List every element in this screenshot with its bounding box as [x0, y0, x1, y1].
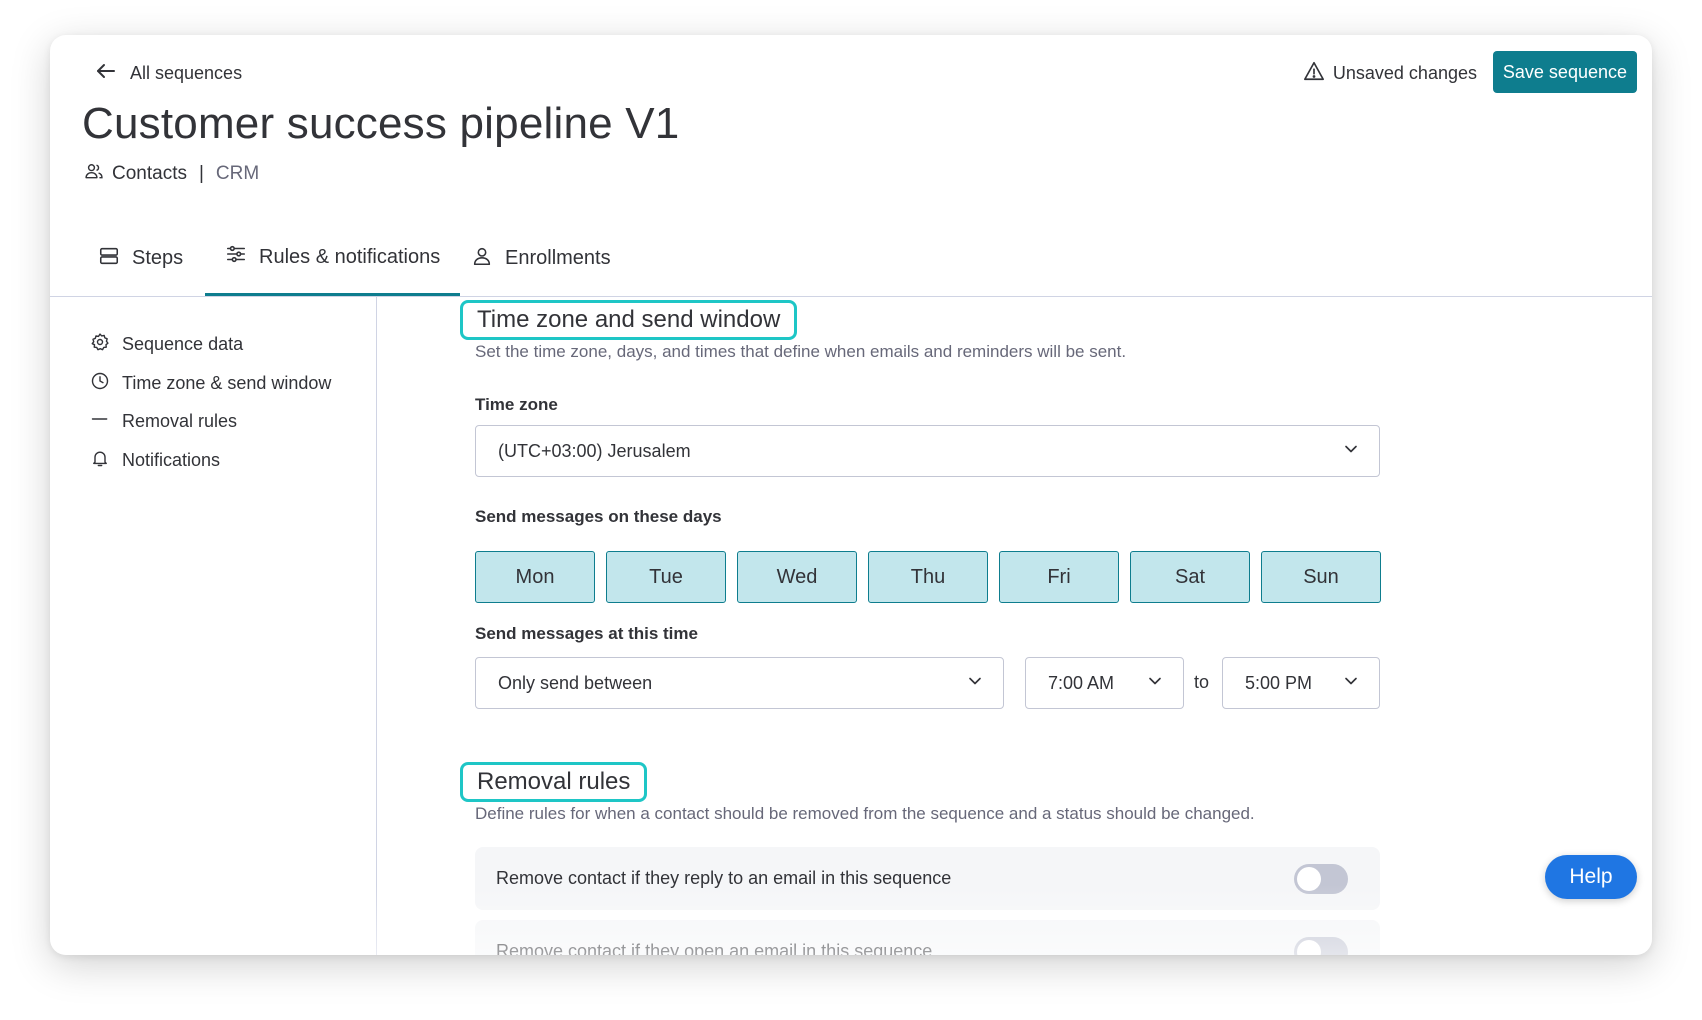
- nav-item-notifications[interactable]: Notifications: [90, 448, 220, 473]
- nav-label: Sequence data: [122, 334, 244, 354]
- unsaved-changes-indicator: Unsaved changes: [1303, 60, 1477, 87]
- nav-label: Notifications: [122, 450, 221, 470]
- dash-icon: [90, 409, 110, 434]
- day-button-sat[interactable]: Sat: [1130, 551, 1250, 603]
- time-zone-section-description: Set the time zone, days, and times that …: [475, 342, 1127, 361]
- send-time-label: Send messages at this time: [475, 624, 698, 643]
- nav-item-time-zone[interactable]: Time zone & send window: [90, 371, 331, 396]
- day-button-tue[interactable]: Tue: [606, 551, 726, 603]
- tab-enrollments[interactable]: Enrollments: [451, 221, 631, 296]
- clock-icon: [90, 371, 110, 396]
- end-time-value: 5:00 PM: [1245, 672, 1313, 693]
- chevron-down-icon: [1341, 439, 1361, 464]
- arrow-left-icon: [94, 59, 118, 88]
- removal-rule-row: Remove contact if they reply to an email…: [475, 847, 1380, 910]
- time-zone-select[interactable]: (UTC+03:00) Jerusalem: [475, 425, 1380, 477]
- help-button[interactable]: Help: [1545, 855, 1637, 899]
- nav-item-sequence-data[interactable]: Sequence data: [90, 332, 243, 357]
- back-to-sequences-link[interactable]: All sequences: [94, 59, 242, 88]
- send-days-label: Send messages on these days: [475, 507, 722, 526]
- steps-icon: [98, 245, 120, 273]
- bell-icon: [90, 448, 110, 473]
- tab-rules-label: Rules & notifications: [259, 245, 441, 268]
- chevron-down-icon: [1145, 671, 1165, 696]
- open-removal-toggle[interactable]: [1294, 936, 1348, 955]
- board-name[interactable]: Contacts: [112, 163, 187, 185]
- removal-rules-section-description: Define rules for when a contact should b…: [475, 804, 1255, 823]
- time-zone-section-title: Time zone and send window: [460, 300, 798, 340]
- contacts-icon: [84, 161, 104, 187]
- send-mode-value: Only send between: [498, 672, 653, 693]
- day-button-thu[interactable]: Thu: [868, 551, 988, 603]
- time-zone-label: Time zone: [475, 395, 558, 414]
- tab-rules-notifications[interactable]: Rules & notifications: [205, 221, 461, 296]
- start-time-value: 7:00 AM: [1048, 672, 1115, 693]
- breadcrumb-separator: |: [198, 163, 204, 184]
- nav-label: Removal rules: [122, 411, 238, 431]
- chevron-down-icon: [965, 671, 985, 696]
- send-mode-select[interactable]: Only send between: [475, 657, 1004, 709]
- save-sequence-button[interactable]: Save sequence: [1492, 51, 1637, 93]
- time-zone-value: (UTC+03:00) Jerusalem: [498, 440, 691, 461]
- gear-icon: [90, 332, 110, 357]
- start-time-select[interactable]: 7:00 AM: [1025, 657, 1184, 709]
- nav-item-removal-rules[interactable]: Removal rules: [90, 409, 237, 434]
- time-range-to-label: to: [1194, 672, 1210, 692]
- nav-label: Time zone & send window: [122, 373, 332, 393]
- day-button-wed[interactable]: Wed: [737, 551, 857, 603]
- removal-rule-label: Remove contact if they open an email in …: [496, 941, 933, 955]
- day-button-mon[interactable]: Mon: [475, 551, 595, 603]
- tab-enrollments-label: Enrollments: [505, 247, 611, 269]
- tab-steps-label: Steps: [132, 247, 184, 269]
- page-title: Customer success pipeline V1: [82, 99, 680, 148]
- tab-steps[interactable]: Steps: [78, 221, 203, 296]
- warning-icon: [1303, 60, 1325, 87]
- person-icon: [471, 245, 493, 273]
- back-link-label: All sequences: [130, 63, 243, 83]
- removal-rules-section-title: Removal rules: [460, 762, 648, 802]
- reply-removal-toggle[interactable]: [1294, 863, 1348, 894]
- app-window: All sequences Unsaved changes Save seque…: [50, 35, 1652, 955]
- board-breadcrumb: Contacts | CRM: [84, 161, 259, 187]
- send-days-selector: Mon Tue Wed Thu Fri Sat Sun: [475, 551, 1381, 603]
- tab-bar: Steps Rules & notifications Enrollments: [50, 221, 1652, 297]
- unsaved-changes-label: Unsaved changes: [1332, 63, 1477, 83]
- day-button-fri[interactable]: Fri: [999, 551, 1119, 603]
- section-nav: Sequence data Time zone & send window Re…: [50, 297, 377, 955]
- chevron-down-icon: [1341, 671, 1361, 696]
- sliders-icon: [225, 243, 247, 271]
- day-button-sun[interactable]: Sun: [1261, 551, 1381, 603]
- workspace-name: CRM: [215, 163, 260, 184]
- removal-rule-label: Remove contact if they reply to an email…: [496, 868, 952, 888]
- end-time-select[interactable]: 5:00 PM: [1222, 657, 1380, 709]
- removal-rule-row: Remove contact if they open an email in …: [475, 920, 1380, 955]
